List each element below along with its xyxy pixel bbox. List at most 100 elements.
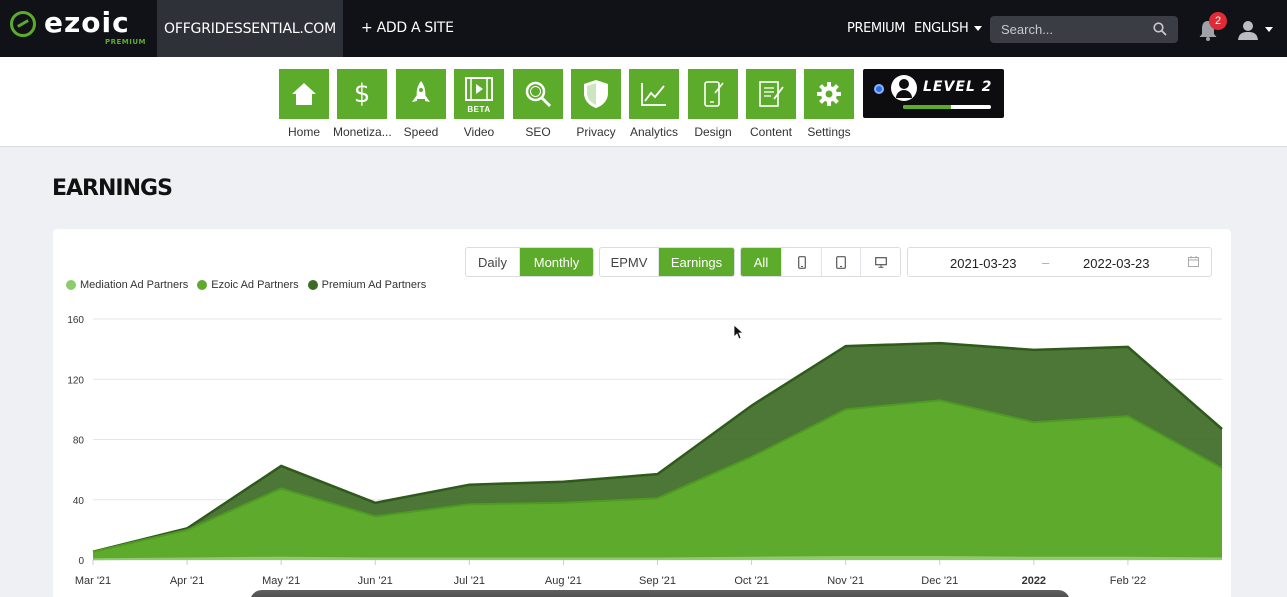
language-selector[interactable]: ENGLISH — [914, 21, 983, 36]
user-caret-icon[interactable] — [1265, 27, 1273, 32]
date-separator: – — [1042, 255, 1050, 270]
x-tick-label: Mar '21 — [75, 575, 111, 587]
legend-item-premium[interactable]: Premium Ad Partners — [307, 279, 427, 291]
x-tick-label: Oct '21 — [734, 575, 769, 587]
nav-video-label: Video — [463, 125, 495, 139]
language-label: ENGLISH — [914, 21, 969, 36]
tablet-icon — [836, 255, 846, 269]
document-edit-icon — [746, 69, 796, 119]
epmv-button[interactable]: EPMV — [600, 248, 659, 276]
top-bar: ezoic PREMIUM OFFGRIDESSENTIAL.COM + ADD… — [0, 0, 1287, 57]
mobile-edit-icon — [688, 69, 738, 119]
mouse-cursor-icon — [733, 324, 743, 340]
daily-button[interactable]: Daily — [466, 248, 520, 276]
nav-speed-label: Speed — [403, 125, 439, 139]
x-tick-label: Jun '21 — [358, 575, 393, 587]
tablet-button[interactable] — [822, 248, 861, 276]
rocket-icon — [396, 69, 446, 119]
shield-icon — [571, 69, 621, 119]
level-avatar-icon — [891, 75, 917, 101]
line-chart-icon — [629, 69, 679, 119]
nav-analytics-label: Analytics — [629, 125, 679, 139]
nav-seo[interactable]: SEO — [509, 69, 567, 139]
x-tick-label: Aug '21 — [545, 575, 582, 587]
x-tick-label: Jul '21 — [454, 575, 485, 587]
legend-swatch — [307, 280, 318, 290]
y-tick-label: 80 — [73, 436, 85, 447]
level-progress-fill — [903, 105, 952, 109]
mobile-button[interactable] — [782, 248, 822, 276]
app-nav: Home $ Monetiza... Speed BETA Video SEO … — [0, 57, 1287, 147]
nav-content[interactable]: Content — [742, 69, 800, 139]
x-tick-label: Feb '22 — [1110, 575, 1146, 587]
search-icon[interactable] — [1153, 22, 1167, 36]
y-tick-label: 120 — [67, 375, 84, 386]
calendar-icon[interactable] — [1188, 256, 1199, 267]
nav-monetization[interactable]: $ Monetiza... — [333, 69, 392, 139]
level-progress-bar — [903, 105, 991, 109]
all-devices-button[interactable]: All — [741, 248, 782, 276]
date-to[interactable]: 2022-03-23 — [1083, 256, 1150, 271]
period-toggle: Daily Monthly — [465, 247, 594, 277]
bottom-overlay — [250, 590, 1070, 597]
ezoic-logo[interactable]: ezoic PREMIUM — [0, 0, 157, 57]
x-tick-label: Sep '21 — [639, 575, 676, 587]
desktop-icon — [874, 256, 887, 268]
site-selector[interactable]: OFFGRIDESSENTIAL.COM — [157, 0, 343, 57]
nav-settings[interactable]: Settings — [800, 69, 858, 139]
y-tick-label: 40 — [73, 496, 85, 507]
nav-speed[interactable]: Speed — [392, 69, 450, 139]
notification-badge: 2 — [1209, 12, 1227, 30]
search-input[interactable] — [990, 16, 1178, 43]
date-from[interactable]: 2021-03-23 — [950, 256, 1017, 271]
legend-label: Premium Ad Partners — [321, 279, 427, 291]
legend-item-mediation[interactable]: Mediation Ad Partners — [66, 279, 188, 291]
beta-badge: BETA — [467, 105, 491, 114]
monthly-button[interactable]: Monthly — [520, 248, 593, 276]
x-tick-label: 2022 — [1022, 575, 1046, 587]
metric-toggle: EPMV Earnings — [599, 247, 735, 277]
nav-home-label: Home — [287, 125, 320, 139]
legend-item-ezoic[interactable]: Ezoic Ad Partners — [197, 279, 299, 291]
home-icon — [279, 69, 329, 119]
nav-monetization-label: Monetiza... — [333, 125, 392, 139]
gear-icon — [804, 69, 854, 119]
premium-link[interactable]: PREMIUM — [847, 21, 905, 36]
logo-word: ezoic — [44, 6, 130, 39]
y-tick-label: 0 — [78, 556, 84, 567]
earnings-area-chart: 0 40 80 120 160 Mar '21 Apr '21 May '21 Jun '21 J… — [67, 315, 1223, 587]
nav-privacy-label: Privacy — [576, 125, 616, 139]
device-toggle: All — [740, 247, 901, 277]
x-tick-label: May '21 — [262, 575, 300, 587]
legend-label: Ezoic Ad Partners — [211, 279, 299, 291]
nav-privacy[interactable]: Privacy — [567, 69, 625, 139]
level-badge[interactable]: LEVEL 2 — [863, 69, 1004, 118]
level-label: LEVEL 2 — [923, 79, 993, 95]
logo-mark-icon — [10, 11, 36, 37]
user-icon[interactable] — [1237, 19, 1259, 41]
x-tick-label: Apr '21 — [170, 575, 205, 587]
y-tick-label: 160 — [67, 315, 84, 326]
nav-home[interactable]: Home — [275, 69, 333, 139]
desktop-button[interactable] — [861, 248, 900, 276]
add-site-link[interactable]: + ADD A SITE — [361, 20, 454, 36]
earnings-button[interactable]: Earnings — [659, 248, 734, 276]
chart-legend: Mediation Ad Partners Ezoic Ad Partners … — [66, 279, 435, 291]
dollar-icon: $ — [337, 69, 387, 119]
magnifier-icon — [513, 69, 563, 119]
nav-design-label: Design — [694, 125, 732, 139]
nav-design[interactable]: Design — [684, 69, 742, 139]
x-tick-label: Dec '21 — [921, 575, 958, 587]
x-tick-label: Nov '21 — [827, 575, 864, 587]
caret-down-icon — [974, 26, 983, 31]
nav-settings-label: Settings — [807, 125, 851, 139]
level-dot-icon — [874, 84, 884, 94]
page-title: EARNINGS — [52, 176, 173, 201]
video-icon: BETA — [454, 69, 504, 119]
nav-seo-label: SEO — [525, 125, 551, 139]
mobile-icon — [797, 255, 806, 269]
nav-content-label: Content — [749, 125, 793, 139]
nav-video[interactable]: BETA Video — [450, 69, 508, 139]
nav-analytics[interactable]: Analytics — [625, 69, 683, 139]
date-range-picker[interactable]: 2021-03-23 – 2022-03-23 — [907, 247, 1212, 277]
